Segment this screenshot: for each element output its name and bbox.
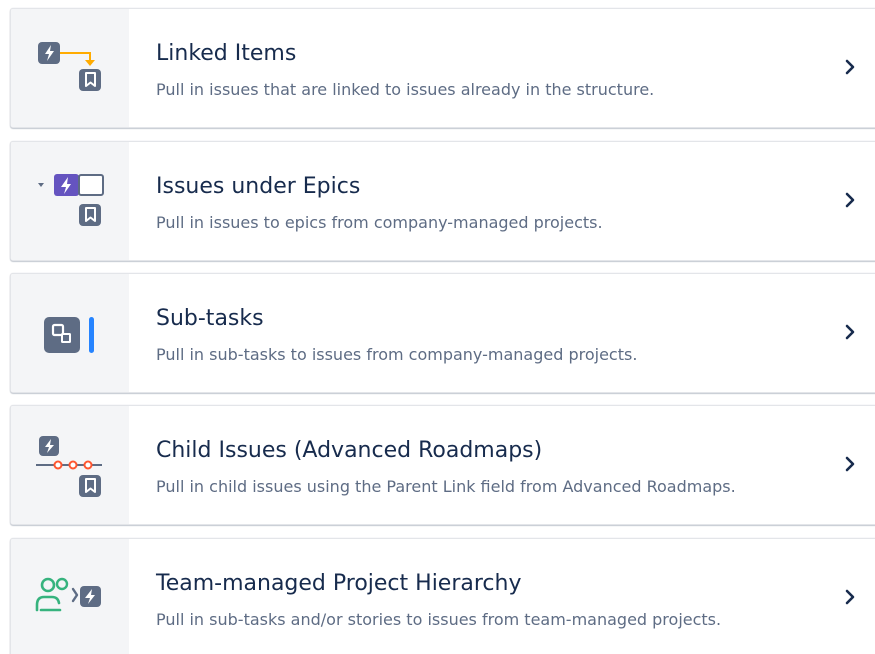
option-title: Child Issues (Advanced Roadmaps) (156, 438, 543, 463)
chevron-right-icon (845, 589, 855, 605)
option-card-team-managed-hierarchy[interactable]: Team-managed Project Hierarchy Pull in s… (10, 538, 875, 654)
icon-panel (11, 274, 129, 392)
linked-items-icon (38, 42, 101, 91)
icon-panel (11, 539, 129, 654)
option-description: Pull in sub-tasks to issues from company… (156, 345, 638, 364)
option-title: Issues under Epics (156, 174, 361, 199)
epic-issues-icon (38, 174, 104, 226)
chevron-right-icon (845, 59, 855, 75)
icon-panel (11, 142, 129, 260)
chevron-right-icon (845, 456, 855, 472)
option-card-linked-items[interactable]: Linked Items Pull in issues that are lin… (10, 8, 875, 128)
option-card-issues-under-epics[interactable]: Issues under Epics Pull in issues to epi… (10, 141, 875, 261)
option-description: Pull in issues to epics from company-man… (156, 213, 603, 232)
icon-panel (11, 406, 129, 524)
option-description: Pull in issues that are linked to issues… (156, 80, 655, 99)
subtask-icon (44, 317, 94, 353)
chevron-right-icon (845, 192, 855, 208)
option-title: Linked Items (156, 41, 297, 66)
roadmap-hierarchy-icon (36, 436, 102, 497)
chevron-right-icon (845, 324, 855, 340)
icon-panel (11, 9, 129, 127)
team-hierarchy-icon (35, 577, 101, 612)
option-description: Pull in child issues using the Parent Li… (156, 477, 736, 496)
option-description: Pull in sub-tasks and/or stories to issu… (156, 610, 722, 629)
option-title: Sub-tasks (156, 306, 264, 331)
generator-option-list: Linked Items Pull in issues that are lin… (0, 0, 875, 654)
option-card-sub-tasks[interactable]: Sub-tasks Pull in sub-tasks to issues fr… (10, 273, 875, 393)
option-title: Team-managed Project Hierarchy (156, 571, 522, 596)
option-card-child-issues[interactable]: Child Issues (Advanced Roadmaps) Pull in… (10, 405, 875, 525)
